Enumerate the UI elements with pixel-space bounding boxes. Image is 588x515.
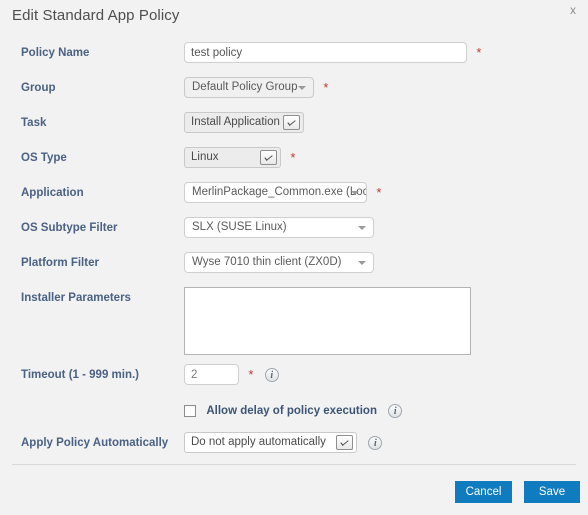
platform-filter-label: Platform Filter [21, 257, 99, 269]
group-field-wrap: Default Policy Group * [184, 77, 328, 98]
task-dropdown[interactable]: Install Application [184, 112, 304, 133]
policy-name-required-marker: * [476, 44, 482, 60]
os-subtype-filter-field-wrap: SLX (SUSE Linux) [184, 217, 374, 238]
apply-policy-automatically-label: Apply Policy Automatically [21, 437, 169, 449]
installer-parameters-textarea[interactable] [184, 287, 471, 355]
cancel-button[interactable]: Cancel [455, 481, 512, 503]
policy-form: Policy Name * Group Default Policy Group… [0, 32, 588, 464]
allow-delay-wrap: Allow delay of policy execution i [184, 403, 403, 418]
field-row-policy-name: Policy Name * [0, 42, 588, 66]
chevron-down-icon [298, 86, 306, 90]
group-required-marker: * [323, 79, 329, 95]
edit-standard-app-policy-dialog: Edit Standard App Policy x Policy Name *… [0, 0, 588, 515]
policy-name-field-wrap: * [184, 42, 481, 63]
page-title: Edit Standard App Policy [12, 7, 180, 24]
field-row-platform-filter: Platform Filter Wyse 7010 thin client (Z… [0, 252, 588, 276]
field-row-allow-delay: Allow delay of policy execution i [0, 400, 588, 424]
field-row-os-type: OS Type Linux * [0, 147, 588, 171]
application-label: Application [21, 187, 84, 199]
chevron-down-icon [358, 226, 366, 230]
os-type-field-wrap: Linux * [184, 147, 295, 168]
field-row-apply-policy-automatically: Apply Policy Automatically Do not apply … [0, 432, 588, 456]
save-button[interactable]: Save [524, 481, 580, 503]
allow-delay-checkbox[interactable] [184, 404, 196, 417]
os-subtype-filter-dropdown[interactable]: SLX (SUSE Linux) [184, 217, 374, 238]
os-subtype-filter-label: OS Subtype Filter [21, 222, 118, 234]
footer-divider [12, 464, 576, 465]
field-row-installer-parameters: Installer Parameters [0, 287, 588, 357]
chevron-down-icon [283, 115, 300, 130]
apply-policy-automatically-value: Do not apply automatically [191, 436, 326, 448]
platform-filter-dropdown-value: Wyse 7010 thin client (ZX0D) [192, 256, 342, 268]
group-dropdown[interactable]: Default Policy Group [184, 77, 314, 98]
timeout-input[interactable] [184, 364, 239, 385]
field-row-os-subtype-filter: OS Subtype Filter SLX (SUSE Linux) [0, 217, 588, 241]
platform-filter-dropdown[interactable]: Wyse 7010 thin client (ZX0D) [184, 252, 374, 273]
os-type-required-marker: * [290, 149, 296, 165]
field-row-task: Task Install Application [0, 112, 588, 136]
group-dropdown-value: Default Policy Group [192, 81, 298, 93]
info-icon[interactable]: i [388, 403, 403, 418]
application-required-marker: * [376, 184, 382, 200]
timeout-label: Timeout (1 - 999 min.) [21, 369, 140, 381]
task-field-wrap: Install Application [184, 112, 304, 133]
application-field-wrap: MerlinPackage_Common.exe (Loc * [184, 182, 381, 203]
os-subtype-filter-dropdown-value: SLX (SUSE Linux) [192, 221, 287, 233]
chevron-down-icon [336, 435, 353, 450]
apply-policy-automatically-field-wrap: Do not apply automatically i [184, 432, 383, 453]
close-icon[interactable]: x [566, 3, 580, 17]
chevron-down-icon [260, 150, 277, 165]
application-dropdown[interactable]: MerlinPackage_Common.exe (Loc [184, 182, 367, 203]
task-label: Task [21, 117, 47, 129]
dialog-header: Edit Standard App Policy x [0, 0, 588, 30]
chevron-down-icon [358, 261, 366, 265]
allow-delay-label[interactable]: Allow delay of policy execution [206, 405, 377, 417]
installer-parameters-label: Installer Parameters [21, 292, 131, 304]
policy-name-label: Policy Name [21, 47, 90, 59]
platform-filter-field-wrap: Wyse 7010 thin client (ZX0D) [184, 252, 374, 273]
info-icon[interactable]: i [368, 435, 383, 450]
policy-name-input[interactable] [184, 42, 467, 63]
os-type-dropdown[interactable]: Linux [184, 147, 281, 168]
apply-policy-automatically-dropdown[interactable]: Do not apply automatically [184, 432, 357, 453]
info-icon[interactable]: i [264, 367, 279, 382]
timeout-required-marker: * [248, 366, 254, 382]
group-label: Group [21, 82, 56, 94]
os-type-label: OS Type [21, 152, 67, 164]
field-row-group: Group Default Policy Group * [0, 77, 588, 101]
dialog-footer: Cancel Save [0, 464, 588, 515]
chevron-down-icon [351, 191, 359, 195]
field-row-timeout: Timeout (1 - 999 min.) * i [0, 364, 588, 388]
application-dropdown-value: MerlinPackage_Common.exe (Loc [192, 186, 366, 198]
field-row-application: Application MerlinPackage_Common.exe (Lo… [0, 182, 588, 206]
timeout-field-wrap: * i [184, 364, 279, 385]
